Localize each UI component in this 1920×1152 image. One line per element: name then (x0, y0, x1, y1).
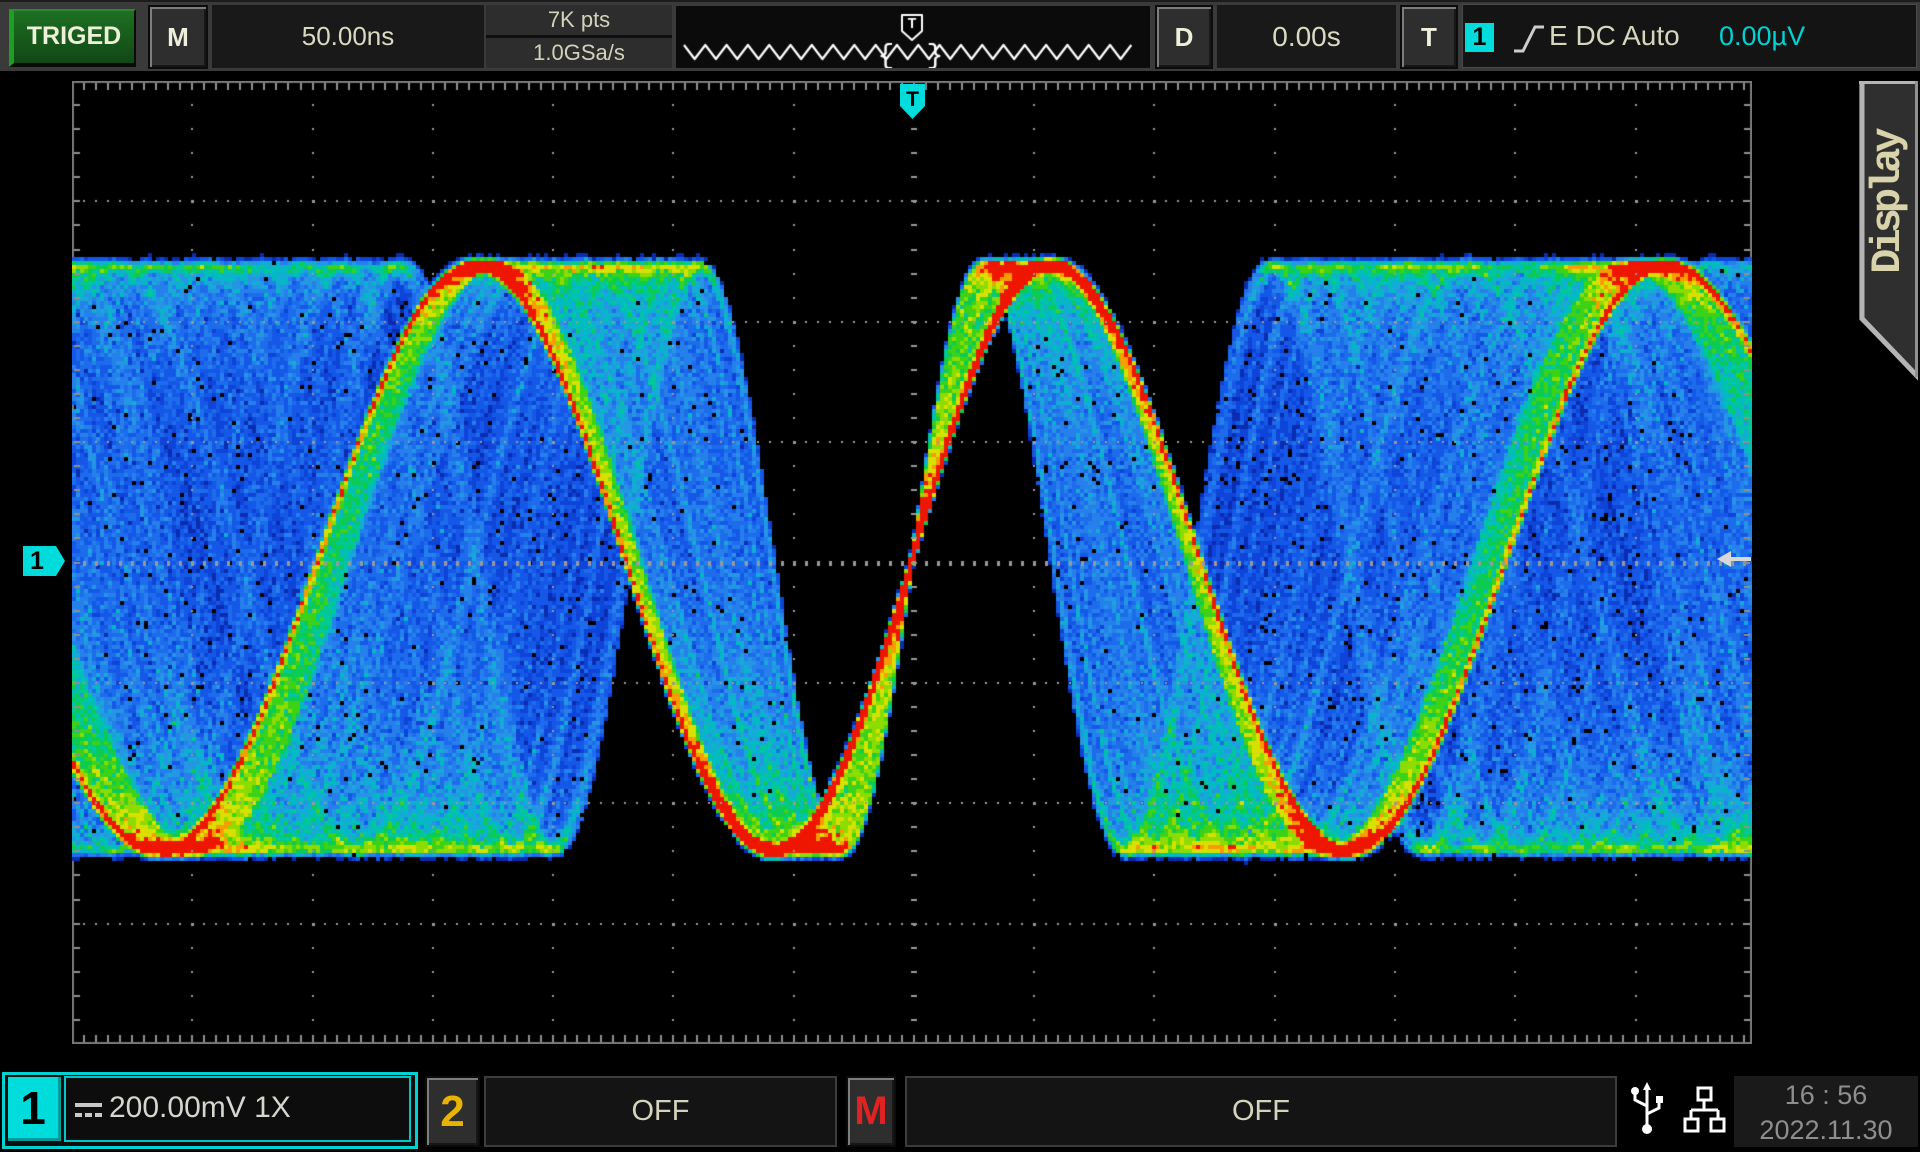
svg-text:T: T (906, 88, 919, 111)
svg-text:1: 1 (30, 547, 44, 575)
